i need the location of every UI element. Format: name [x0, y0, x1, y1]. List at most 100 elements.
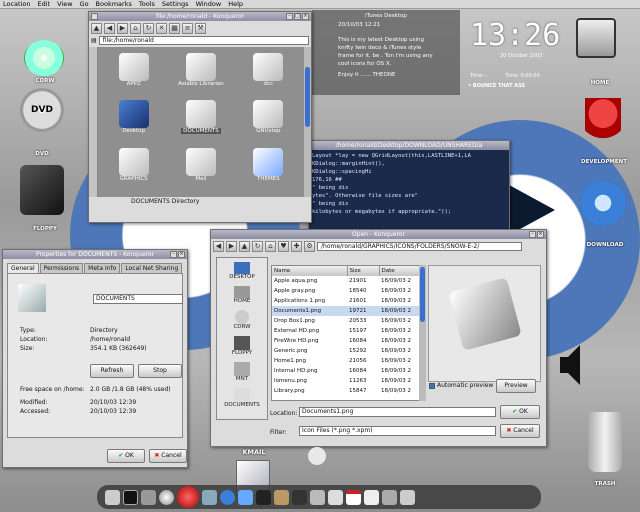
menu-bookmarks[interactable]: Bookmarks: [96, 0, 132, 8]
col-header-size[interactable]: Size: [347, 266, 380, 276]
place-home[interactable]: HOME: [234, 286, 250, 304]
auto-preview-checkbox[interactable]: Automatic preview: [429, 382, 493, 389]
col-header-date[interactable]: Date: [379, 266, 420, 276]
folder-item[interactable]: GRAPHICS: [100, 147, 167, 191]
open-ok-button[interactable]: ✔ OK: [500, 405, 540, 419]
window-menu-icon[interactable]: [91, 13, 98, 20]
up-icon[interactable]: ▲: [91, 23, 102, 34]
editor-titlebar[interactable]: /home/ronald/Desktop/DOWNLOAD/UNSHARED/a: [309, 141, 509, 150]
forward-icon[interactable]: ▶: [226, 241, 237, 252]
download-dock-icon[interactable]: [220, 489, 235, 505]
konqueror-titlebar[interactable]: file:/home/ronald - Konqueror – □ ×: [89, 12, 311, 21]
file-row[interactable]: External HD.png 15197 18/09/03 2: [272, 326, 420, 336]
pen-icon[interactable]: [310, 489, 325, 505]
close-icon[interactable]: ×: [178, 251, 185, 258]
reload-icon[interactable]: ↻: [252, 241, 263, 252]
floppy-icon[interactable]: [20, 165, 64, 215]
folder-item[interactable]: dcc: [235, 53, 302, 96]
opera-icon[interactable]: [177, 486, 199, 508]
url-input[interactable]: file:/home/ronald: [98, 36, 309, 45]
close-icon[interactable]: ×: [537, 231, 544, 238]
refresh-button[interactable]: Refresh: [90, 364, 134, 378]
trash-icon[interactable]: [588, 412, 622, 472]
open-dialog-titlebar[interactable]: Open - Konqueror – ×: [211, 230, 546, 239]
place-cdrw[interactable]: CDRW: [233, 310, 251, 330]
file-row[interactable]: Applications 1.png 21601 18/09/03 2: [272, 296, 420, 306]
file-row[interactable]: Home1.png 21056 18/09/03 2: [272, 356, 420, 366]
tab-general[interactable]: General: [7, 263, 39, 273]
film-icon[interactable]: [256, 489, 271, 505]
bookmark-icon[interactable]: ♥: [278, 241, 289, 252]
back-icon[interactable]: ◀: [213, 241, 224, 252]
folder-item-selected[interactable]: DOCUMENTS: [167, 100, 234, 143]
tab-meta-info[interactable]: Meta Info: [84, 263, 121, 273]
name-field[interactable]: DOCUMENTS: [93, 294, 183, 304]
finder-icon[interactable]: [105, 489, 120, 505]
file-row[interactable]: Documents1.png 19721 18/09/03 2: [272, 306, 420, 316]
file-row[interactable]: Iomenu.png 11263 18/09/03 2: [272, 376, 420, 386]
trash-dock-icon[interactable]: [400, 489, 415, 505]
menu-location[interactable]: Location: [3, 0, 31, 8]
home-nav-icon[interactable]: ⌂: [130, 23, 141, 34]
open-cancel-button[interactable]: ✖ Cancel: [500, 424, 540, 438]
file-row[interactable]: Generic.png 15292 18/09/03 2: [272, 346, 420, 356]
menu-view[interactable]: View: [57, 0, 72, 8]
menu-settings[interactable]: Settings: [162, 0, 189, 8]
file-row[interactable]: Library.png 15847 18/09/03 2: [272, 386, 420, 396]
home-icon[interactable]: [576, 18, 616, 58]
filter-combo[interactable]: Icon Files (*.png *.xpm): [299, 426, 496, 436]
preview-button[interactable]: Preview: [496, 379, 536, 393]
screenshot-icon[interactable]: [382, 489, 397, 505]
menu-help[interactable]: Help: [228, 0, 243, 8]
konqueror-scrollbar[interactable]: [304, 47, 311, 197]
minimize-icon[interactable]: –: [529, 231, 536, 238]
maximize-icon[interactable]: □: [294, 13, 301, 20]
dvd-icon[interactable]: DVD: [20, 88, 64, 132]
menu-go[interactable]: Go: [80, 0, 89, 8]
tab-permissions[interactable]: Permissions: [39, 263, 84, 273]
reload-icon[interactable]: ↻: [143, 23, 154, 34]
folder-item[interactable]: Mail: [167, 147, 234, 191]
document-folder-icon[interactable]: [18, 284, 46, 312]
gimp-icon[interactable]: [274, 489, 289, 505]
folder-item[interactable]: Asiabls Librarian: [167, 53, 234, 96]
file-row[interactable]: FireWire HD.png 16084 18/09/03 2: [272, 336, 420, 346]
ok-button[interactable]: ✔ OK: [107, 449, 145, 463]
col-header-name[interactable]: Name: [272, 266, 348, 276]
folder-item[interactable]: GNUstep: [235, 100, 302, 143]
development-icon[interactable]: [585, 98, 621, 150]
file-row[interactable]: Apple aqua.png 21901 18/09/03 2: [272, 276, 420, 286]
menu-window[interactable]: Window: [196, 0, 222, 8]
path-combo[interactable]: /home/ronald/GRAPHICS/ICONS/FOLDERS/SNOW…: [317, 242, 522, 251]
folder-item[interactable]: Desktop: [100, 100, 167, 143]
download-icon[interactable]: [580, 180, 626, 226]
stop-button[interactable]: Stop: [138, 364, 182, 378]
close-icon[interactable]: ×: [302, 13, 309, 20]
view-list-icon[interactable]: ≡: [182, 23, 193, 34]
device-icon[interactable]: [328, 489, 343, 505]
minimize-icon[interactable]: –: [170, 251, 177, 258]
tab-local-net-sharing[interactable]: Local Net Sharing: [121, 263, 183, 273]
settings-icon[interactable]: [141, 489, 156, 505]
xmms-icon[interactable]: [292, 489, 307, 505]
place-desktop[interactable]: DESKTOP: [229, 262, 255, 280]
cdrw-icon[interactable]: [24, 40, 64, 76]
config-icon[interactable]: ⚙: [304, 241, 315, 252]
terminal-icon[interactable]: [123, 489, 138, 505]
file-list-scrollbar[interactable]: [419, 265, 426, 401]
file-row[interactable]: Drop Box1.png 20533 18/09/03 2: [272, 316, 420, 326]
forward-icon[interactable]: ▶: [117, 23, 128, 34]
place-documents[interactable]: DOCUMENTS: [224, 388, 260, 408]
new-folder-icon[interactable]: ✚: [291, 241, 302, 252]
place-floppy[interactable]: FLOPPY: [232, 336, 252, 356]
minimize-icon[interactable]: –: [286, 13, 293, 20]
home-nav-icon[interactable]: ⌂: [265, 241, 276, 252]
file-row[interactable]: Internal HD.png 16084 18/09/03 2: [272, 366, 420, 376]
up-icon[interactable]: ▲: [239, 241, 250, 252]
menu-tools[interactable]: Tools: [139, 0, 155, 8]
tool-icon[interactable]: ⚒: [195, 23, 206, 34]
file-row[interactable]: Apple gray.png 18540 18/09/03 2: [272, 286, 420, 296]
location-input[interactable]: Documents1.png: [299, 407, 496, 417]
music-icon[interactable]: [238, 489, 253, 505]
compass-icon[interactable]: [159, 489, 174, 505]
